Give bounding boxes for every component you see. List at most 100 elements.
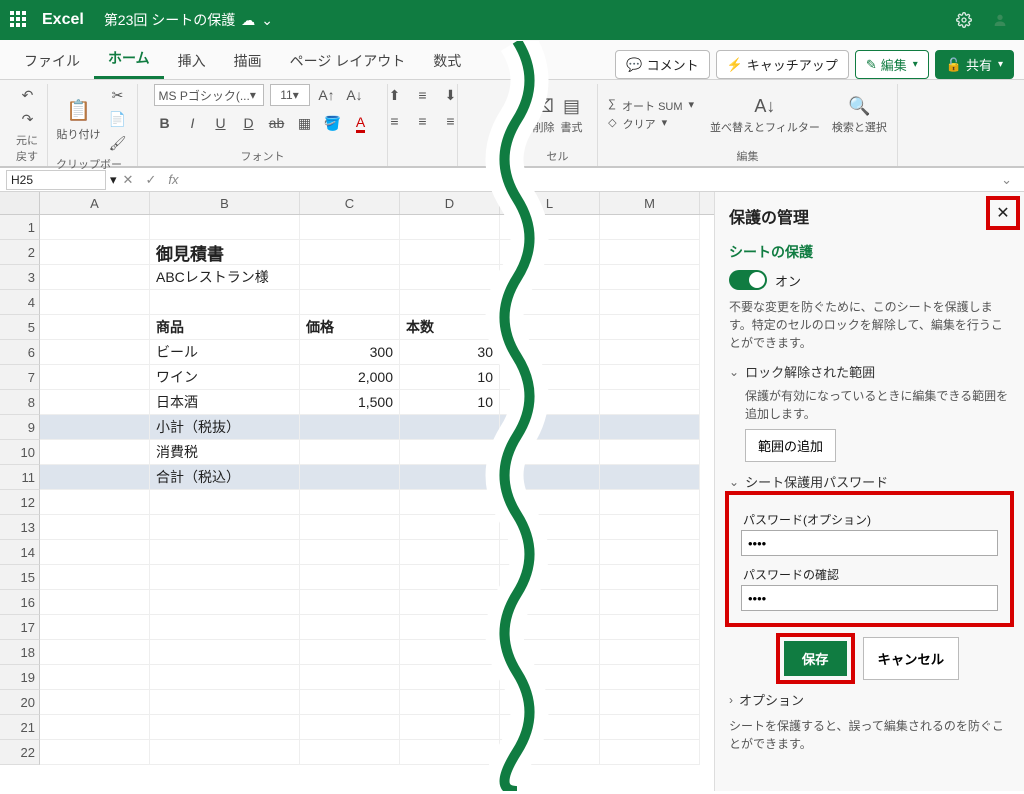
delete-cells-button[interactable]: ⌧: [533, 95, 555, 117]
col-header-a[interactable]: A: [40, 192, 150, 214]
enter-formula-icon[interactable]: ✓: [145, 172, 156, 188]
copy-button[interactable]: 📄: [107, 108, 129, 130]
row-header[interactable]: 6: [0, 340, 40, 365]
password-input[interactable]: [741, 530, 998, 556]
save-button[interactable]: 保存: [784, 641, 847, 676]
row-header[interactable]: 14: [0, 540, 40, 565]
format-painter-button[interactable]: 🖌: [107, 132, 129, 154]
autosum-button[interactable]: ∑ オート SUM ▾: [608, 98, 694, 114]
cell[interactable]: 消費税: [150, 440, 300, 465]
italic-button[interactable]: I: [182, 112, 204, 134]
cut-button[interactable]: ✂: [107, 84, 129, 106]
password-section[interactable]: シート保護用パスワード: [729, 472, 1010, 491]
font-size-picker[interactable]: 11 ▾: [270, 84, 310, 106]
row-header[interactable]: 15: [0, 565, 40, 590]
cell[interactable]: ABCレストラン様: [150, 265, 300, 290]
sort-filter-button[interactable]: A↓: [754, 95, 776, 117]
cell[interactable]: 価格: [300, 315, 400, 340]
tab-file[interactable]: ファイル: [10, 43, 94, 79]
share-button[interactable]: 🔓 共有: [935, 50, 1014, 79]
row-header[interactable]: 9: [0, 415, 40, 440]
align-mid-button[interactable]: ≡: [412, 84, 434, 106]
row-header[interactable]: 10: [0, 440, 40, 465]
name-box[interactable]: H25: [6, 170, 106, 190]
row-header[interactable]: 22: [0, 740, 40, 765]
cell[interactable]: 2,000: [300, 365, 400, 390]
row-header[interactable]: 8: [0, 390, 40, 415]
align-top-button[interactable]: ⬆: [384, 84, 406, 106]
expand-formula-bar-icon[interactable]: ⌄: [1001, 172, 1012, 188]
catchup-button[interactable]: ⚡ キャッチアップ: [716, 50, 849, 79]
add-range-button[interactable]: 範囲の追加: [745, 429, 836, 462]
decrease-font-button[interactable]: A↓: [344, 84, 366, 106]
row-header[interactable]: 5: [0, 315, 40, 340]
row-header[interactable]: 11: [0, 465, 40, 490]
options-section[interactable]: オプション: [729, 690, 1010, 709]
fx-icon[interactable]: fx: [168, 172, 178, 187]
cancel-formula-icon[interactable]: ✕: [123, 172, 134, 188]
undo-button[interactable]: ↶: [17, 84, 39, 106]
tab-draw[interactable]: 描画: [220, 43, 276, 79]
row-header[interactable]: 2: [0, 240, 40, 265]
align-center-button[interactable]: ≡: [412, 110, 434, 132]
tab-home[interactable]: ホーム: [94, 40, 164, 79]
cell[interactable]: 30: [400, 340, 500, 365]
cell[interactable]: 10: [400, 390, 500, 415]
edit-button[interactable]: ✎ 編集: [855, 50, 929, 79]
underline-button[interactable]: U: [210, 112, 232, 134]
select-all-corner[interactable]: [0, 192, 40, 214]
row-header[interactable]: 3: [0, 265, 40, 290]
cancel-button[interactable]: キャンセル: [863, 637, 960, 680]
row-header[interactable]: 18: [0, 640, 40, 665]
row-header[interactable]: 1: [0, 215, 40, 240]
account-icon[interactable]: [986, 6, 1014, 34]
border-button[interactable]: ▦: [294, 112, 316, 134]
row-header[interactable]: 17: [0, 615, 40, 640]
row-header[interactable]: 7: [0, 365, 40, 390]
row-header[interactable]: 4: [0, 290, 40, 315]
cell[interactable]: 1,500: [300, 390, 400, 415]
col-header-c[interactable]: C: [300, 192, 400, 214]
cell-title[interactable]: 御見積書: [150, 240, 300, 265]
comment-button[interactable]: 💬 コメント: [615, 50, 709, 79]
col-header-d[interactable]: D: [400, 192, 500, 214]
cell[interactable]: 合計（税込）: [150, 465, 300, 490]
format-cells-button[interactable]: ▤: [561, 95, 583, 117]
unlocked-ranges-section[interactable]: ロック解除された範囲: [729, 362, 1010, 381]
cell[interactable]: 日本酒: [150, 390, 300, 415]
tab-layout[interactable]: ページ レイアウト: [276, 43, 420, 79]
paste-button[interactable]: 📋: [65, 96, 93, 124]
clear-button[interactable]: ◇ クリア ▾: [608, 116, 667, 132]
cell[interactable]: 10: [400, 365, 500, 390]
align-left-button[interactable]: ≡: [384, 110, 406, 132]
row-header[interactable]: 21: [0, 715, 40, 740]
double-underline-button[interactable]: D: [238, 112, 260, 134]
bold-button[interactable]: B: [154, 112, 176, 134]
tab-formulas[interactable]: 数式: [419, 43, 475, 79]
cell[interactable]: 小計（税抜）: [150, 415, 300, 440]
col-header-m[interactable]: M: [600, 192, 700, 214]
protect-toggle[interactable]: [729, 270, 767, 290]
fill-color-button[interactable]: 🪣: [322, 112, 344, 134]
col-header-l[interactable]: L: [500, 192, 600, 214]
tab-insert[interactable]: 挿入: [164, 43, 220, 79]
font-name-picker[interactable]: MS Pゴシック(... ▾: [154, 84, 264, 106]
settings-icon[interactable]: [950, 6, 978, 34]
cell[interactable]: 本数: [400, 315, 500, 340]
row-header[interactable]: 12: [0, 490, 40, 515]
col-header-b[interactable]: B: [150, 192, 300, 214]
cell[interactable]: 300: [300, 340, 400, 365]
pane-close-button[interactable]: ✕: [990, 200, 1016, 226]
cell[interactable]: ビール: [150, 340, 300, 365]
password-confirm-input[interactable]: [741, 585, 998, 611]
increase-font-button[interactable]: A↑: [316, 84, 338, 106]
row-header[interactable]: 20: [0, 690, 40, 715]
row-header[interactable]: 19: [0, 665, 40, 690]
cell[interactable]: 商品: [150, 315, 300, 340]
name-box-dropdown[interactable]: ▾: [110, 172, 117, 188]
row-header[interactable]: 13: [0, 515, 40, 540]
document-name[interactable]: 第23回 シートの保護 ☁ ⌄: [104, 10, 273, 30]
row-header[interactable]: 16: [0, 590, 40, 615]
font-color-button[interactable]: A: [350, 112, 372, 134]
strike-button[interactable]: ab: [266, 112, 288, 134]
